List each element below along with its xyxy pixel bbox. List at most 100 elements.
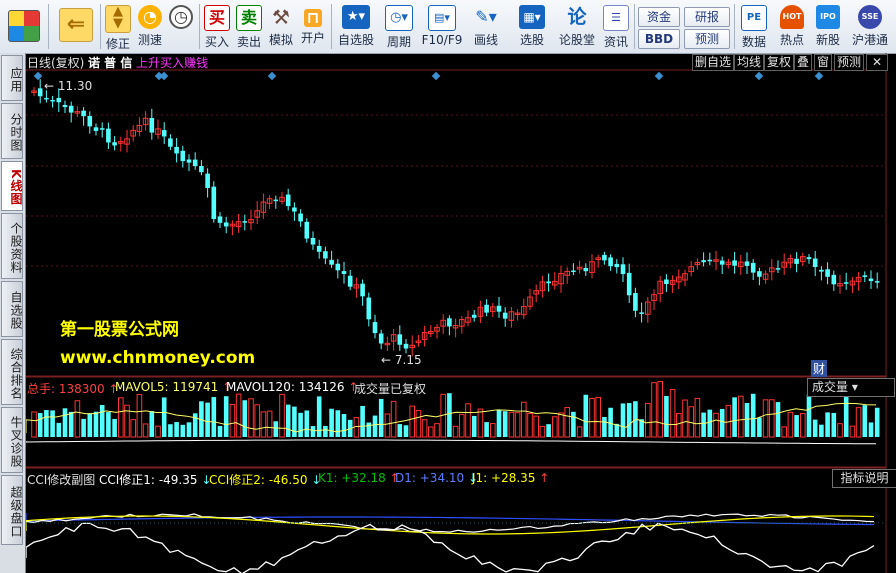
sell-button[interactable]: 卖 卖出 <box>234 2 264 52</box>
candle-body <box>161 130 167 137</box>
research-button[interactable]: 研报 <box>684 7 730 27</box>
volume-bar <box>180 424 186 437</box>
ipo-button[interactable]: IPO 新股 <box>812 2 844 52</box>
volume-bar <box>186 422 192 437</box>
hot-icon: HOT <box>780 5 804 29</box>
up-down-arrows-icon: ▲ ▼ <box>105 5 131 33</box>
volume-bar <box>124 404 130 438</box>
volume-bar <box>781 426 788 438</box>
j1-label: J1: <box>472 471 488 485</box>
draw-line-button[interactable]: ✎▾ 画线 <box>466 2 506 52</box>
adjust-button[interactable]: 复权 <box>764 54 795 71</box>
indicator-help-button[interactable]: 指标说明 <box>832 469 896 488</box>
volume-bar <box>558 412 564 438</box>
volume-bar <box>812 419 818 437</box>
news-button[interactable]: ☰ 资讯 <box>600 2 632 52</box>
clock-button[interactable]: ◷ <box>166 2 196 52</box>
hk-connect-button[interactable]: SSE 沪港通 <box>848 2 892 52</box>
volume-bar <box>360 405 365 437</box>
f10-button[interactable]: ▤▾ F10/F9 <box>420 2 464 52</box>
volume-selector-value: 成交量 <box>812 380 849 394</box>
chart-canvas[interactable] <box>26 53 896 573</box>
close-panel-icon[interactable]: ✕ <box>866 54 888 71</box>
tab-kline[interactable]: K线图 <box>1 161 23 211</box>
candle-body <box>106 128 111 143</box>
tab-apps[interactable]: 应用 <box>1 55 23 101</box>
volume-bar <box>539 425 546 438</box>
tab-ranking[interactable]: 综合排名 <box>1 339 23 405</box>
open-account-button[interactable]: ⊓ 开户 <box>298 2 328 52</box>
bbd-button[interactable]: BBD <box>638 29 680 49</box>
draw-line-label: 画线 <box>473 33 498 47</box>
candle-body <box>68 105 74 113</box>
tab-diagnosis[interactable]: 牛叉诊股 <box>1 407 23 473</box>
forecast-chart-button[interactable]: 预测 <box>834 54 865 71</box>
volume-bar <box>223 396 229 437</box>
high-price-value: 11.30 <box>57 79 93 93</box>
volume-bar <box>31 411 37 438</box>
window-button[interactable]: 窗 <box>814 54 833 71</box>
candle-body <box>56 97 62 103</box>
volume-bar <box>595 396 602 438</box>
tab-watchlist[interactable]: 自选股 <box>1 281 23 337</box>
tab-stock-info[interactable]: 个股资料 <box>1 213 23 279</box>
candle-body <box>62 104 68 108</box>
volume-bar <box>719 408 725 437</box>
hot-button[interactable]: HOT 热点 <box>776 2 808 52</box>
fix-button[interactable]: ▲ ▼ 修正 <box>102 2 134 52</box>
app-logo[interactable] <box>4 2 44 52</box>
overlay-button[interactable]: 叠 <box>794 54 813 71</box>
volume-bar <box>874 407 880 437</box>
mavol5-label: MAVOL5: <box>115 380 169 394</box>
volume-bar <box>174 422 179 437</box>
funds-button[interactable]: 资金 <box>638 7 680 27</box>
volume-bar <box>285 404 291 437</box>
volume-bar <box>106 412 111 437</box>
sell-icon: 卖 <box>236 5 262 31</box>
tab-intraday[interactable]: 分时图 <box>1 103 23 159</box>
event-marker <box>814 71 824 81</box>
candle-body <box>831 274 837 285</box>
volume-bar <box>583 394 589 437</box>
tab-level2[interactable]: 超级盘口 <box>1 475 23 545</box>
cci1-label: CCI修正1: <box>99 473 155 487</box>
j1-value: +28.35 <box>491 471 536 485</box>
volume-bar <box>465 403 471 438</box>
forum-button[interactable]: 论 论股堂 <box>556 2 598 52</box>
period-button[interactable]: ◷▾ 周期 <box>378 2 420 52</box>
volume-bar <box>118 397 124 438</box>
stock-pick-button[interactable]: ▦▾ 选股 <box>510 2 554 52</box>
watchlist-button[interactable]: ★▾ 自选股 <box>334 2 378 52</box>
candle-body <box>484 304 489 313</box>
data-button[interactable]: PE 数据 <box>738 2 770 52</box>
volume-bar <box>732 397 737 437</box>
ma-button[interactable]: 均线 <box>734 54 765 71</box>
candle-body <box>174 146 179 154</box>
candle-body <box>862 275 868 277</box>
forum-label: 论股堂 <box>558 33 595 47</box>
buy-button[interactable]: 买 买入 <box>202 2 232 52</box>
remove-watch-button[interactable]: 删自选 <box>692 54 735 71</box>
candle-body <box>471 314 477 318</box>
volume-selector[interactable]: 成交量 ▾ <box>807 378 895 397</box>
candle-body <box>199 165 204 173</box>
volume-bar <box>676 413 682 438</box>
candle-body <box>329 259 334 265</box>
back-button[interactable]: ⇐ <box>56 2 96 52</box>
candle-body <box>806 257 812 260</box>
simulate-button[interactable]: ⚒ 模拟 <box>266 2 296 52</box>
low-price-label: ← 7.15 <box>381 353 422 367</box>
candle-body <box>298 213 303 222</box>
cci2: CCI修正2: -46.50 ↓ <box>209 473 322 487</box>
forecast-button[interactable]: 预测 <box>684 29 730 49</box>
k1-label: K1: <box>318 471 338 485</box>
cci-oscillator-line <box>26 522 875 573</box>
finance-badge[interactable]: 财 <box>811 360 828 377</box>
volume-bar <box>477 408 484 438</box>
volume-bar <box>62 408 68 437</box>
volume-bar <box>403 425 409 437</box>
speed-test-button[interactable]: ◔ 测速 <box>134 2 166 52</box>
back-arrow-icon: ⇐ <box>59 8 93 42</box>
volume-bar <box>260 411 267 438</box>
volume-bar <box>645 402 651 438</box>
